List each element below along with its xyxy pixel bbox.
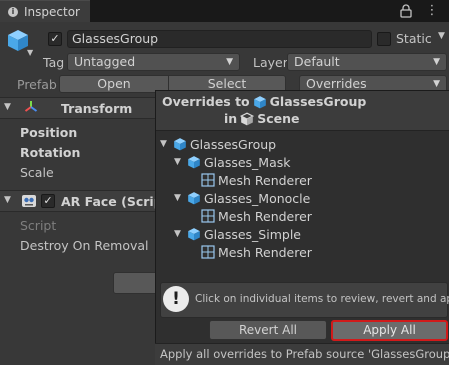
tree-item-label: Glasses_Mask xyxy=(204,154,291,170)
scale-label: Scale xyxy=(20,165,54,180)
status-text: Apply all overrides to Prefab source 'Gl… xyxy=(160,347,449,361)
tree-item[interactable]: ▼ Glasses_Mask xyxy=(160,153,445,171)
info-icon: i xyxy=(8,6,18,17)
position-label: Position xyxy=(20,125,78,140)
tree-item[interactable]: Mesh Renderer xyxy=(160,243,445,261)
tab-title: Inspector xyxy=(24,4,80,19)
tree-item[interactable]: Mesh Renderer xyxy=(160,207,445,225)
overrides-label: Overrides xyxy=(306,76,367,91)
arface-enabled-checkbox[interactable]: ✓ xyxy=(41,194,55,208)
foldout-expanded-icon[interactable]: ▼ xyxy=(174,229,184,239)
add-component-button[interactable] xyxy=(113,272,158,294)
tag-value: Untagged xyxy=(74,54,136,69)
lock-icon[interactable] xyxy=(400,4,412,18)
foldout-expanded-icon[interactable]: ▼ xyxy=(174,193,184,203)
mesh-renderer-icon xyxy=(201,209,215,223)
info-icon: ! xyxy=(163,286,189,312)
layer-label: Layer xyxy=(253,55,288,70)
foldout-expanded-icon[interactable]: ▼ xyxy=(4,195,11,205)
static-dropdown-arrow-icon[interactable]: ▼ xyxy=(438,31,445,41)
prefab-cube-icon xyxy=(188,228,200,241)
destroy-on-removal-label: Destroy On Removal xyxy=(20,238,149,253)
script-label: Script xyxy=(20,218,57,233)
layer-value: Default xyxy=(294,54,340,69)
arface-title: AR Face (Script xyxy=(61,194,157,209)
popup-title-prefix: Overrides to xyxy=(162,94,250,109)
foldout-expanded-icon[interactable]: ▼ xyxy=(4,102,11,112)
layer-dropdown[interactable]: Default ▼ xyxy=(287,53,447,71)
tab-inspector[interactable]: i Inspector xyxy=(0,0,90,22)
tree-item-label: Mesh Renderer xyxy=(218,172,312,188)
prefab-cube-icon xyxy=(174,138,186,151)
more-options-icon[interactable]: ⋮ xyxy=(422,2,442,20)
popup-title: Overrides to GlassesGroup xyxy=(162,94,366,109)
active-checkbox[interactable]: ✓ xyxy=(48,32,62,46)
icon-dropdown-arrow-icon[interactable]: ▼ xyxy=(27,48,33,57)
static-label: Static xyxy=(396,31,432,46)
foldout-expanded-icon[interactable]: ▼ xyxy=(174,157,184,167)
tree-item-label: Mesh Renderer xyxy=(218,244,312,260)
unity-scene-icon xyxy=(240,112,255,125)
script-icon xyxy=(22,195,36,207)
rotation-label: Rotation xyxy=(20,145,81,160)
prefab-open-button[interactable]: Open xyxy=(59,75,169,93)
chevron-down-icon: ▼ xyxy=(226,57,233,67)
prefab-cube-icon xyxy=(253,95,266,108)
tree-item[interactable]: ▼ GlassesGroup xyxy=(160,135,445,153)
popup-subtitle: in Scene xyxy=(224,111,299,126)
prefab-cube-icon xyxy=(188,156,200,169)
tree-item[interactable]: Mesh Renderer xyxy=(160,171,445,189)
foldout-expanded-icon[interactable]: ▼ xyxy=(160,139,170,149)
tag-label: Tag xyxy=(43,55,65,70)
prefab-cube-icon xyxy=(188,192,200,205)
tag-dropdown[interactable]: Untagged ▼ xyxy=(67,53,240,71)
tree-item[interactable]: ▼ Glasses_Monocle xyxy=(160,189,445,207)
tree-item-label: Glasses_Monocle xyxy=(204,190,311,206)
overrides-tree: ▼ GlassesGroup ▼ Glasses_Mask Mesh Rende… xyxy=(160,135,445,261)
mesh-renderer-icon xyxy=(201,173,215,187)
popup-title-target: GlassesGroup xyxy=(269,94,367,109)
tree-item-label: Mesh Renderer xyxy=(218,208,312,224)
apply-all-button[interactable]: Apply All xyxy=(331,320,448,341)
transform-icon xyxy=(24,101,38,112)
prefab-label: Prefab xyxy=(17,77,57,92)
popup-title-in: in xyxy=(224,111,238,126)
tree-item-label: Glasses_Simple xyxy=(204,226,301,242)
gameobject-name-field[interactable]: GlassesGroup xyxy=(67,30,372,48)
info-text: Click on individual items to review, rev… xyxy=(195,293,449,305)
static-checkbox[interactable] xyxy=(377,32,391,46)
tree-item-label: GlassesGroup xyxy=(190,136,277,152)
mesh-renderer-icon xyxy=(201,245,215,259)
tree-item[interactable]: ▼ Glasses_Simple xyxy=(160,225,445,243)
transform-title: Transform xyxy=(61,101,133,116)
revert-all-button[interactable]: Revert All xyxy=(209,320,327,340)
chevron-down-icon: ▼ xyxy=(433,57,440,67)
popup-title-scene: Scene xyxy=(257,111,300,126)
